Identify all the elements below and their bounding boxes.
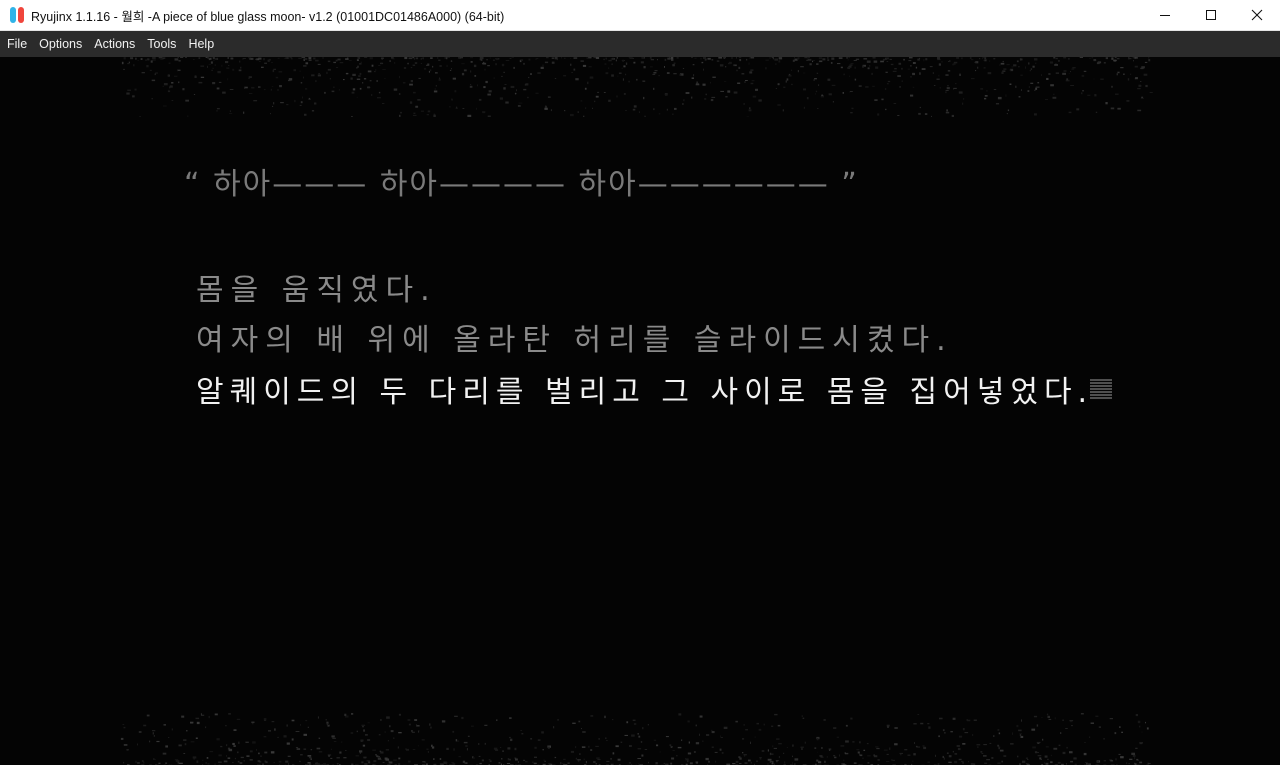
text-advance-icon — [1090, 379, 1112, 399]
menu-tools[interactable]: Tools — [141, 31, 182, 57]
menu-options[interactable]: Options — [33, 31, 88, 57]
app-icon-left-joycon — [10, 7, 16, 23]
maximize-button[interactable] — [1188, 0, 1234, 30]
ryujinx-app-icon — [10, 7, 24, 23]
window-title: Ryujinx 1.1.16 - 월희 -A piece of blue gla… — [31, 9, 505, 24]
dialogue-line-2: 여자의 배 위에 올라탄 허리를 슬라이드시켰다. — [196, 323, 953, 358]
dialogue-line-1: 몸을 움직였다. — [196, 273, 437, 308]
close-button[interactable] — [1234, 0, 1280, 30]
window-controls — [1142, 0, 1280, 30]
menu-bar: File Options Actions Tools Help — [0, 31, 1280, 57]
close-icon — [1251, 9, 1263, 21]
dialogue-text-layer: “ 하아——— 하아———— 하아—————— ” 몸을 움직였다. 여자의 배… — [0, 57, 1280, 765]
maximize-icon — [1206, 10, 1216, 20]
window-title-bar[interactable]: Ryujinx 1.1.16 - 월희 -A piece of blue gla… — [0, 0, 1280, 31]
app-icon-right-joycon — [18, 7, 24, 23]
dialogue-quote-line: “ 하아——— 하아———— 하아—————— ” — [184, 167, 859, 202]
menu-actions[interactable]: Actions — [88, 31, 141, 57]
game-viewport[interactable]: “ 하아——— 하아———— 하아—————— ” 몸을 움직였다. 여자의 배… — [0, 57, 1280, 765]
menu-help[interactable]: Help — [182, 31, 220, 57]
dialogue-line-3: 알퀘이드의 두 다리를 벌리고 그 사이로 몸을 집어넣었다. — [196, 375, 1094, 410]
minimize-button[interactable] — [1142, 0, 1188, 30]
minimize-icon — [1160, 15, 1170, 16]
menu-file[interactable]: File — [0, 31, 33, 57]
